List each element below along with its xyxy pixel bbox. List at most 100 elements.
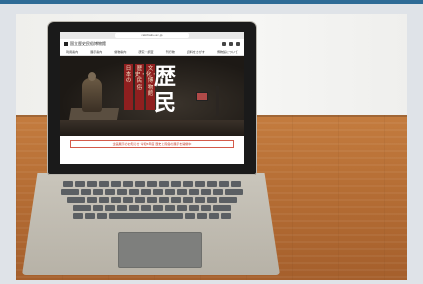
keyboard-key[interactable]	[73, 213, 83, 219]
keyboard-key[interactable]	[185, 213, 195, 219]
keyboard-key[interactable]	[109, 213, 183, 219]
keyboard-row	[46, 189, 258, 195]
nav-item[interactable]: 博物館について	[217, 50, 238, 54]
keyboard-key[interactable]	[123, 181, 133, 187]
keyboard-key[interactable]	[105, 189, 115, 195]
keyboard-key[interactable]	[213, 189, 223, 195]
keyboard-key[interactable]	[159, 181, 169, 187]
notice-box[interactable]: 企画展示のお知らせ 令和5年度 歴史と民俗の展示を開催中	[70, 140, 234, 148]
address-bar[interactable]: rekihaku.ac.jp	[115, 33, 189, 38]
hero-floor	[60, 120, 244, 136]
header-icons	[222, 42, 240, 46]
keyboard-row	[46, 205, 258, 211]
hero-kanji: 民	[154, 90, 177, 116]
vertical-banner: 歴史・民俗	[135, 64, 146, 110]
keyboard-key[interactable]	[159, 197, 169, 203]
laptop-lid: rekihaku.ac.jp 国立歴史民俗博物館 利用案内 展示案内 催物案内 …	[48, 22, 256, 174]
keyboard-key[interactable]	[177, 205, 187, 211]
keyboard-key[interactable]	[99, 197, 109, 203]
keyboard-key[interactable]	[231, 181, 241, 187]
nav-item[interactable]: 展示案内	[90, 50, 102, 54]
keyboard-key[interactable]	[129, 205, 139, 211]
keyboard-key[interactable]	[73, 205, 91, 211]
main-nav: 利用案内 展示案内 催物案内 研究・調査 刊行物 資料をさがす 博物館について	[60, 49, 244, 56]
keyboard-key[interactable]	[207, 181, 217, 187]
keyboard-key[interactable]	[63, 181, 73, 187]
keyboard-key[interactable]	[221, 213, 231, 219]
hero-kanji: 歴	[154, 64, 177, 90]
keyboard-key[interactable]	[85, 213, 95, 219]
keyboard-key[interactable]	[61, 189, 79, 195]
keyboard-key[interactable]	[147, 181, 157, 187]
keyboard-row	[46, 181, 258, 187]
keyboard-key[interactable]	[87, 181, 97, 187]
top-accent-bar	[0, 0, 423, 4]
keyboard-row	[46, 197, 258, 203]
statue-head	[88, 72, 96, 81]
touchpad[interactable]	[118, 232, 202, 268]
keyboard-key[interactable]	[213, 205, 231, 211]
keyboard-key[interactable]	[117, 189, 127, 195]
keyboard-key[interactable]	[165, 189, 175, 195]
keyboard-key[interactable]	[171, 181, 181, 187]
keyboard	[46, 181, 258, 225]
nav-item[interactable]: 資料をさがす	[187, 50, 205, 54]
nav-item[interactable]: 刊行物	[166, 50, 175, 54]
keyboard-key[interactable]	[197, 213, 207, 219]
nav-item[interactable]: 研究・調査	[139, 50, 154, 54]
keyboard-key[interactable]	[75, 181, 85, 187]
browser-tabbar: rekihaku.ac.jp	[60, 32, 244, 39]
keyboard-row	[46, 213, 258, 219]
keyboard-key[interactable]	[153, 205, 163, 211]
keyboard-key[interactable]	[207, 197, 217, 203]
keyboard-key[interactable]	[93, 189, 103, 195]
keyboard-key[interactable]	[177, 189, 187, 195]
keyboard-key[interactable]	[99, 181, 109, 187]
keyboard-key[interactable]	[135, 181, 145, 187]
keyboard-key[interactable]	[141, 205, 151, 211]
search-icon[interactable]	[222, 42, 226, 46]
museum-logo-icon[interactable]	[64, 42, 68, 46]
menu-icon[interactable]	[236, 42, 240, 46]
language-icon[interactable]	[229, 42, 233, 46]
keyboard-key[interactable]	[123, 197, 133, 203]
keyboard-key[interactable]	[209, 213, 219, 219]
keyboard-key[interactable]	[189, 205, 199, 211]
keyboard-key[interactable]	[189, 189, 199, 195]
keyboard-key[interactable]	[153, 189, 163, 195]
keyboard-key[interactable]	[111, 181, 121, 187]
site-header: 国立歴史民俗博物館	[60, 39, 244, 49]
keyboard-key[interactable]	[111, 197, 121, 203]
keyboard-key[interactable]	[219, 197, 237, 203]
vertical-banner: 日本の	[124, 64, 133, 110]
nav-item[interactable]: 催物案内	[114, 50, 126, 54]
laptop-screen: rekihaku.ac.jp 国立歴史民俗博物館 利用案内 展示案内 催物案内 …	[60, 32, 244, 164]
keyboard-key[interactable]	[67, 197, 85, 203]
hero-banner[interactable]: 日本の 歴史・民俗 文化・博物館 歴 民	[60, 56, 244, 136]
nav-item[interactable]: 利用案内	[66, 50, 78, 54]
keyboard-key[interactable]	[165, 205, 175, 211]
site-logo-text[interactable]: 国立歴史民俗博物館	[70, 41, 106, 47]
keyboard-key[interactable]	[117, 205, 127, 211]
keyboard-key[interactable]	[225, 189, 243, 195]
keyboard-key[interactable]	[183, 197, 193, 203]
exhibit-stand	[216, 86, 219, 116]
keyboard-key[interactable]	[93, 205, 103, 211]
keyboard-key[interactable]	[171, 197, 181, 203]
statue-figure	[82, 78, 102, 112]
keyboard-key[interactable]	[147, 197, 157, 203]
keyboard-key[interactable]	[81, 189, 91, 195]
keyboard-key[interactable]	[135, 197, 145, 203]
keyboard-key[interactable]	[141, 189, 151, 195]
keyboard-key[interactable]	[129, 189, 139, 195]
keyboard-key[interactable]	[219, 181, 229, 187]
keyboard-key[interactable]	[195, 181, 205, 187]
keyboard-key[interactable]	[97, 213, 107, 219]
exhibit-display	[196, 92, 208, 101]
keyboard-key[interactable]	[201, 189, 211, 195]
keyboard-key[interactable]	[105, 205, 115, 211]
keyboard-key[interactable]	[183, 181, 193, 187]
keyboard-key[interactable]	[87, 197, 97, 203]
keyboard-key[interactable]	[195, 197, 205, 203]
keyboard-key[interactable]	[201, 205, 211, 211]
